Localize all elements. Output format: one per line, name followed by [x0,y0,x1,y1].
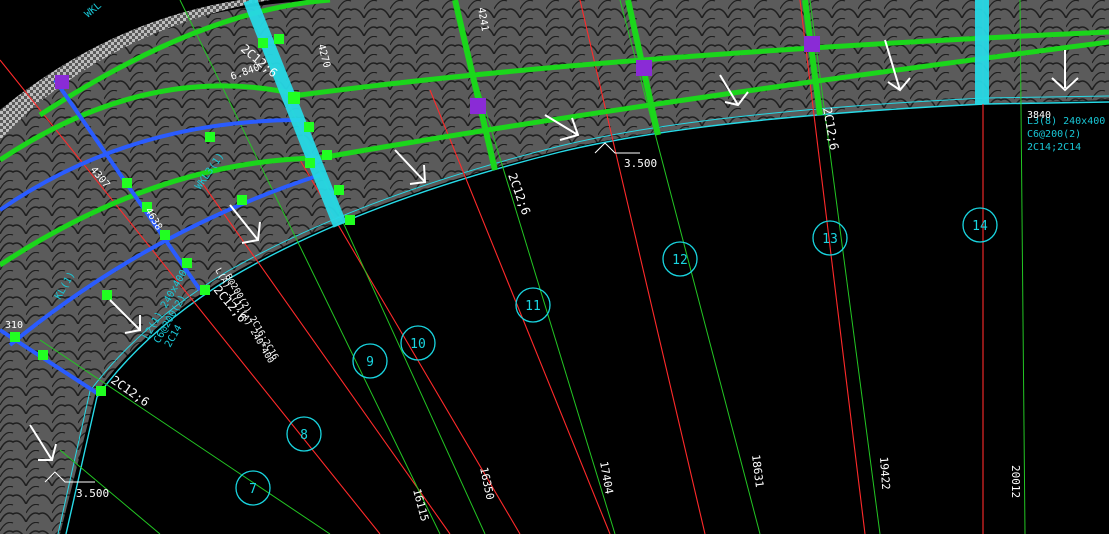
rebar-tag: 2C12;6 [108,373,152,409]
axis-bubble-label: 13 [822,232,838,247]
rebar-tag: 2C12;6 [505,171,533,217]
axis-bubble-10[interactable]: 10 [400,325,436,361]
beam-callout-l3: 2C14;2C14 [1027,142,1081,153]
axis-bubble-label: 9 [366,355,374,370]
axis-bubble-12[interactable]: 12 [662,241,698,277]
beam-note: WKL [83,0,104,20]
structural-plan-drawing[interactable]: 7 8 9 10 11 12 13 14 16115 16350 17404 18631 19422 2… [0,0,1109,534]
dimension-label: 310 [5,320,23,331]
axis-bubble-label: 11 [525,299,541,314]
radial-dimension: 20012 [1009,465,1022,498]
axis-bubble-label: 14 [972,219,988,234]
radial-dimension: 18631 [749,454,766,488]
radial-dimension: 16115 [410,487,431,522]
axis-bubble-label: 10 [410,337,426,352]
beam-callout-l3: C6@200(2) [1027,129,1081,140]
axis-bubble-14[interactable]: 14 [962,207,998,243]
cad-drawing-viewport[interactable]: 7 8 9 10 11 12 13 14 16115 16350 17404 18631 19422 2… [0,0,1109,534]
radial-dimension: 16350 [477,466,497,501]
axis-bubble-label: 7 [249,482,257,497]
dimension-label: 3840 [1027,110,1051,121]
axis-bubble-8[interactable]: 8 [286,416,322,452]
radial-dimension: 19422 [877,456,892,490]
radial-dimension: 17404 [597,460,616,495]
axis-bubble-label: 8 [300,428,308,443]
elevation-label: 3.500 [624,157,657,170]
axis-bubble-label: 12 [672,253,688,268]
axis-bubble-9[interactable]: 9 [352,343,388,379]
axis-bubble-7[interactable]: 7 [235,470,271,506]
elevation-label: 3.500 [76,487,109,500]
